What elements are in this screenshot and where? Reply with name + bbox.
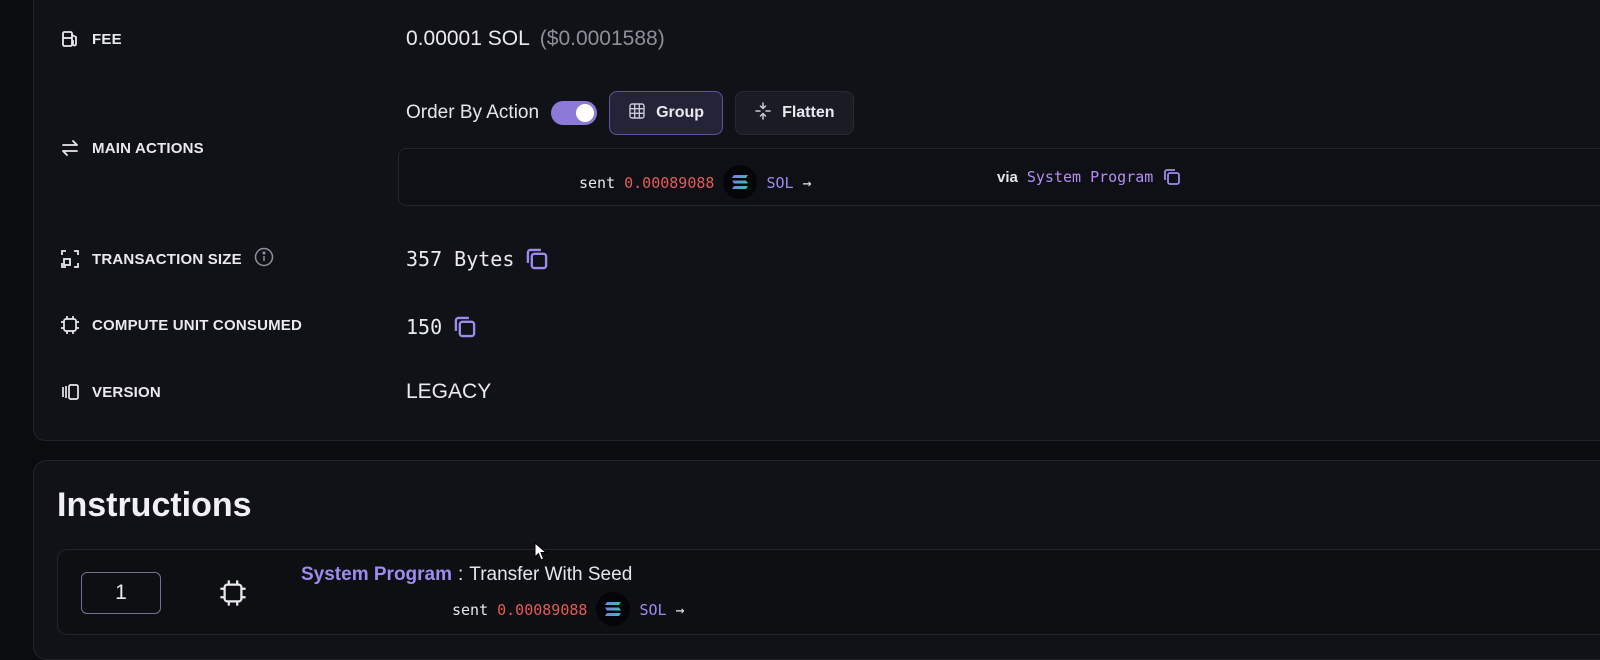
- main-actions-row: MAIN ACTIONS: [60, 138, 204, 158]
- fee-label: FEE: [92, 30, 122, 48]
- flatten-button-label: Flatten: [782, 104, 835, 121]
- via-label: via: [997, 168, 1018, 186]
- instruction-action: sent 0.00089088 SOL →: [452, 592, 685, 626]
- action-amount: 0.00089088: [497, 601, 588, 619]
- copy-icon[interactable]: [452, 314, 478, 340]
- gas-pump-icon: [60, 29, 80, 49]
- instruction-index: 1: [81, 572, 161, 614]
- compute-units-row: COMPUTE UNIT CONSUMED: [60, 315, 302, 335]
- version-row: VERSION: [60, 382, 161, 402]
- main-action-transfer: sent 0.00089088 SOL →: [579, 165, 812, 199]
- transaction-size-row: TRANSACTION SIZE: [60, 247, 274, 271]
- copy-icon[interactable]: [524, 246, 550, 272]
- group-button-label: Group: [656, 104, 705, 121]
- instruction-program-link[interactable]: System Program: [301, 564, 452, 586]
- version-value: LEGACY: [406, 380, 492, 403]
- instructions-title: Instructions: [57, 486, 252, 524]
- via-program-link[interactable]: System Program: [1027, 168, 1153, 186]
- sol-token-icon[interactable]: [596, 592, 631, 626]
- instruction-separator: :: [458, 564, 464, 585]
- instructions-card: Instructions 1 System Program: Transfer …: [33, 460, 1600, 660]
- transaction-size-text: 357 Bytes: [406, 247, 515, 271]
- flatten-icon: [754, 101, 772, 125]
- instruction-type: Transfer With Seed: [469, 564, 633, 585]
- info-icon[interactable]: [254, 247, 274, 271]
- copy-icon[interactable]: [1162, 167, 1182, 187]
- version-label: VERSION: [92, 383, 161, 401]
- fee-row: FEE: [60, 29, 122, 49]
- fee-value: 0.00001 SOL ($0.0001588): [406, 27, 665, 51]
- group-button[interactable]: Group: [609, 91, 724, 135]
- compute-units-label: COMPUTE UNIT CONSUMED: [92, 316, 303, 334]
- main-actions-controls: Order By Action Group Flatten: [406, 91, 854, 135]
- version-icon: [60, 382, 80, 402]
- main-action-via: via System Program: [997, 167, 1182, 187]
- chip-icon: [219, 579, 247, 612]
- action-verb: sent: [452, 601, 489, 619]
- resize-frame-icon: [60, 249, 80, 269]
- instruction-name: System Program: Transfer With Seed: [301, 564, 632, 586]
- main-actions-label: MAIN ACTIONS: [92, 139, 204, 157]
- flatten-button[interactable]: Flatten: [735, 91, 854, 135]
- action-arrow-icon: →: [802, 174, 812, 192]
- swap-arrows-icon: [60, 138, 80, 158]
- instruction-item[interactable]: 1 System Program: Transfer With Seed sen…: [57, 549, 1600, 635]
- action-token[interactable]: SOL: [766, 174, 793, 192]
- action-token[interactable]: SOL: [639, 601, 666, 619]
- order-by-action-toggle[interactable]: [551, 101, 598, 125]
- grid-icon: [628, 102, 646, 125]
- action-amount: 0.00089088: [624, 174, 715, 192]
- action-arrow-icon: →: [675, 601, 685, 619]
- mouse-cursor-icon: [534, 541, 548, 567]
- fee-usd: ($0.0001588): [539, 27, 665, 50]
- action-verb: sent: [579, 174, 616, 192]
- transaction-size-label: TRANSACTION SIZE: [92, 250, 242, 268]
- sol-token-icon[interactable]: [723, 165, 758, 199]
- chip-icon: [60, 315, 80, 335]
- order-by-action-label: Order By Action: [406, 102, 540, 123]
- transaction-details-card: FEE 0.00001 SOL ($0.0001588) MAIN ACTION…: [33, 0, 1600, 441]
- compute-units-value: 150: [406, 314, 478, 340]
- toggle-knob: [576, 104, 595, 122]
- fee-amount: 0.00001 SOL: [406, 27, 530, 50]
- transaction-size-value: 357 Bytes: [406, 246, 550, 272]
- main-action-box: sent 0.00089088 SOL → via System Program: [398, 148, 1600, 206]
- compute-units-text: 150: [406, 315, 443, 339]
